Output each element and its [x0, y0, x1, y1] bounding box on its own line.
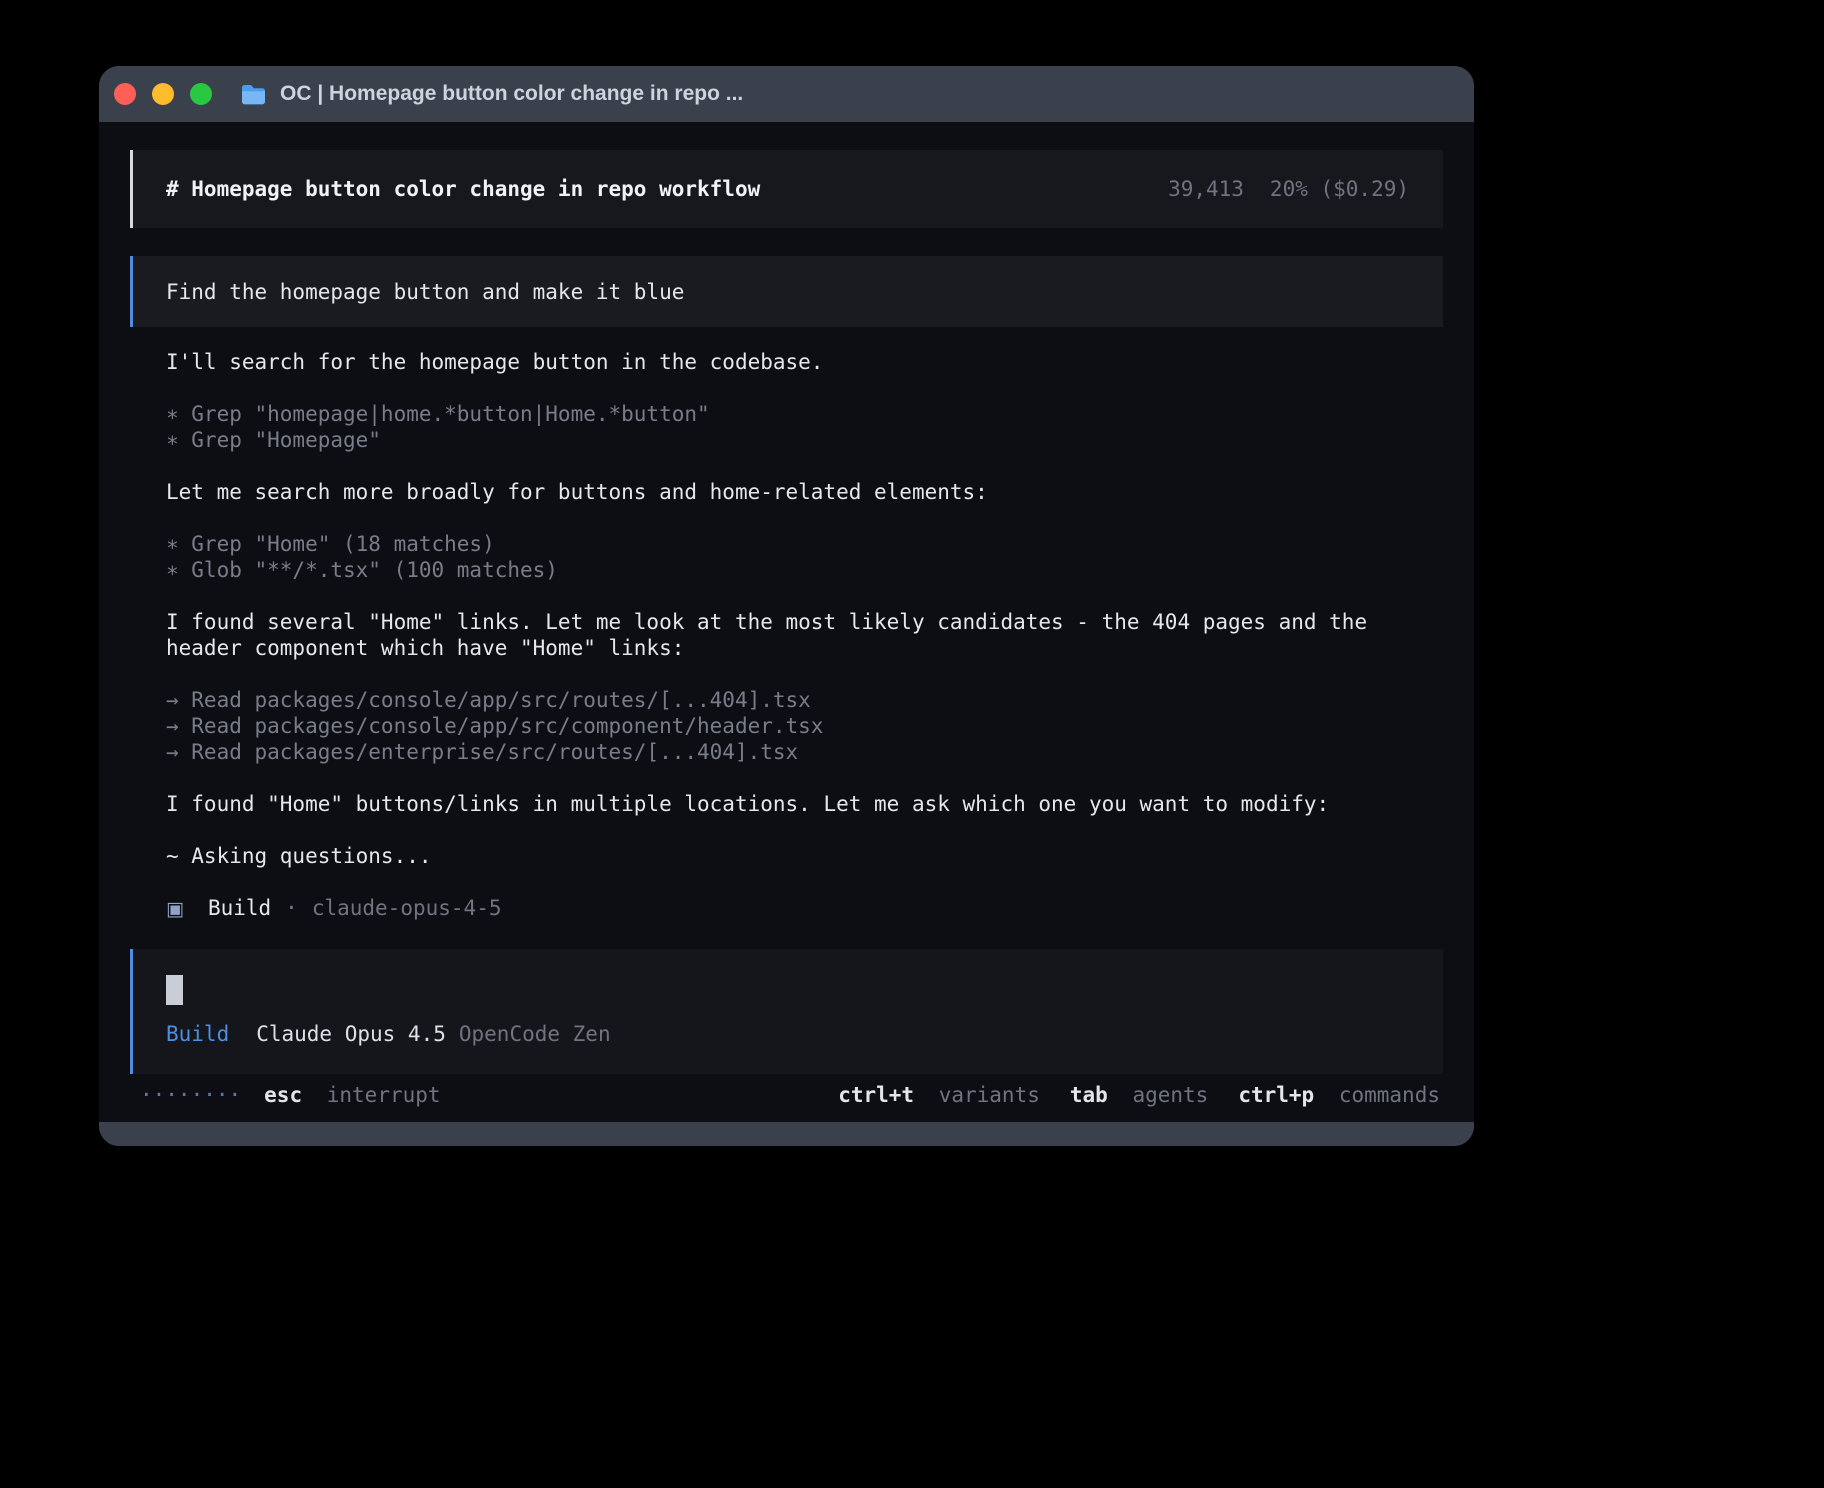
assistant-paragraph: I found several "Home" links. Let me loo…	[130, 609, 1443, 661]
activity-dots: ········	[140, 1082, 241, 1108]
input-meta: Build Claude Opus 4.5 OpenCode Zen	[166, 1021, 1423, 1047]
window-title: OC | Homepage button color change in rep…	[280, 82, 743, 106]
zoom-button[interactable]	[190, 83, 212, 105]
tool-call-group: ∗ Grep "Home" (18 matches) ∗ Glob "**/*.…	[130, 531, 1443, 583]
provider-indicator: OpenCode Zen	[459, 1021, 611, 1047]
minimize-button[interactable]	[152, 83, 174, 105]
title-wrap: OC | Homepage button color change in rep…	[240, 82, 743, 106]
status-bar-left: ········ esc interrupt	[140, 1082, 441, 1108]
agent-name: Build	[208, 895, 271, 921]
esc-hint: esc interrupt	[264, 1082, 440, 1108]
window-bottom-edge	[99, 1122, 1474, 1146]
status-bar-right: ctrl+t variants tab agents ctrl+p comman…	[838, 1082, 1440, 1108]
esc-label: interrupt	[327, 1083, 441, 1107]
file-read-group: → Read packages/console/app/src/routes/[…	[130, 687, 1443, 765]
hint-variants: ctrl+t variants	[838, 1082, 1040, 1108]
file-read-line: → Read packages/console/app/src/routes/[…	[130, 687, 1443, 713]
user-message-text: Find the homepage button and make it blu…	[166, 280, 684, 304]
terminal-content: # Homepage button color change in repo w…	[99, 122, 1474, 1122]
hint-commands: ctrl+p commands	[1238, 1082, 1440, 1108]
assistant-paragraph: Let me search more broadly for buttons a…	[130, 479, 1443, 505]
status-line: ~ Asking questions...	[130, 843, 1443, 869]
assistant-paragraph: I found "Home" buttons/links in multiple…	[130, 791, 1443, 817]
tool-call-line: ∗ Grep "homepage|home.*button|Home.*butt…	[130, 401, 1443, 427]
hint-agents: tab agents	[1070, 1082, 1208, 1108]
text-cursor	[166, 975, 183, 1005]
model-indicator: Claude Opus 4.5	[256, 1021, 446, 1047]
user-message: Find the homepage button and make it blu…	[130, 256, 1443, 327]
close-button[interactable]	[114, 83, 136, 105]
agent-badge: ▣ Build · claude-opus-4-5	[130, 895, 1443, 922]
esc-key: esc	[264, 1083, 302, 1107]
folder-icon	[240, 83, 267, 106]
assistant-paragraph: I'll search for the homepage button in t…	[130, 349, 1443, 375]
traffic-lights	[114, 83, 212, 105]
session-stats: 39,413 20% ($0.29)	[1168, 177, 1409, 201]
tool-call-line: ∗ Glob "**/*.tsx" (100 matches)	[130, 557, 1443, 583]
context-usage: 20% ($0.29)	[1270, 177, 1409, 201]
session-title: # Homepage button color change in repo w…	[166, 177, 760, 201]
agent-icon: ▣	[166, 896, 184, 922]
file-read-line: → Read packages/console/app/src/componen…	[130, 713, 1443, 739]
terminal-window: OC | Homepage button color change in rep…	[99, 66, 1474, 1146]
status-bar: ········ esc interrupt ctrl+t variants t…	[130, 1074, 1443, 1122]
agent-model: claude-opus-4-5	[312, 895, 502, 921]
tool-call-line: ∗ Grep "Homepage"	[130, 427, 1443, 453]
token-count: 39,413	[1168, 177, 1244, 201]
tool-call-line: ∗ Grep "Home" (18 matches)	[130, 531, 1443, 557]
agent-separator: ·	[285, 895, 298, 921]
prompt-input[interactable]: Build Claude Opus 4.5 OpenCode Zen	[130, 949, 1443, 1074]
window-titlebar[interactable]: OC | Homepage button color change in rep…	[99, 66, 1474, 122]
file-read-line: → Read packages/enterprise/src/routes/[.…	[130, 739, 1443, 765]
session-header: # Homepage button color change in repo w…	[130, 150, 1443, 228]
mode-indicator: Build	[166, 1021, 229, 1047]
tool-call-group: ∗ Grep "homepage|home.*button|Home.*butt…	[130, 401, 1443, 453]
